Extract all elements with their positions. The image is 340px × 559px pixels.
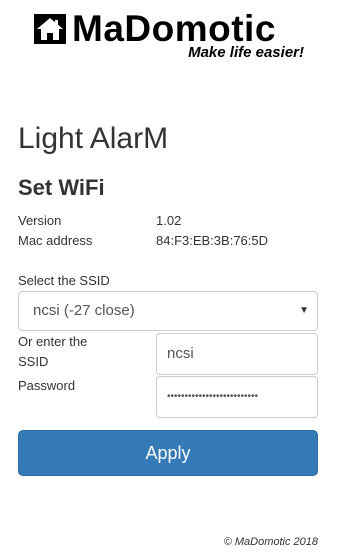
version-value: 1.02 [156,213,182,228]
password-input[interactable]: •••••••••••••••••••••••••• [156,376,318,418]
ssid-select[interactable]: ncsi (-27 close) ▼ [18,291,318,331]
logo-name: MaDomotic [72,8,276,49]
ssid-selected-value: ncsi (-27 close) [33,302,135,319]
wifi-setup-page: MaDomotic Make life easier! Light AlarM … [0,0,340,559]
password-label: Password [18,378,76,393]
page-title: Light AlarM [18,122,169,155]
ssid-manual-label-line2: SSID [18,354,49,369]
page-subtitle: Set WiFi [18,175,105,200]
mac-address-label: Mac address [18,233,93,248]
dropdown-arrow-icon: ▼ [299,305,309,316]
house-icon [34,14,66,44]
madomotic-logo: MaDomotic Make life easier! [34,8,304,64]
ssid-manual-label-line1: Or enter the [18,334,88,349]
ssid-input[interactable]: ncsi [156,333,318,375]
version-label: Version [18,213,62,228]
ssid-select-label: Select the SSID [18,273,110,288]
footer-copyright: © MaDomotic 2018 [223,536,318,548]
logo-tagline: Make life easier! [188,44,304,61]
apply-button[interactable]: Apply [18,430,318,476]
mac-address-value: 84:F3:EB:3B:76:5D [156,233,269,248]
